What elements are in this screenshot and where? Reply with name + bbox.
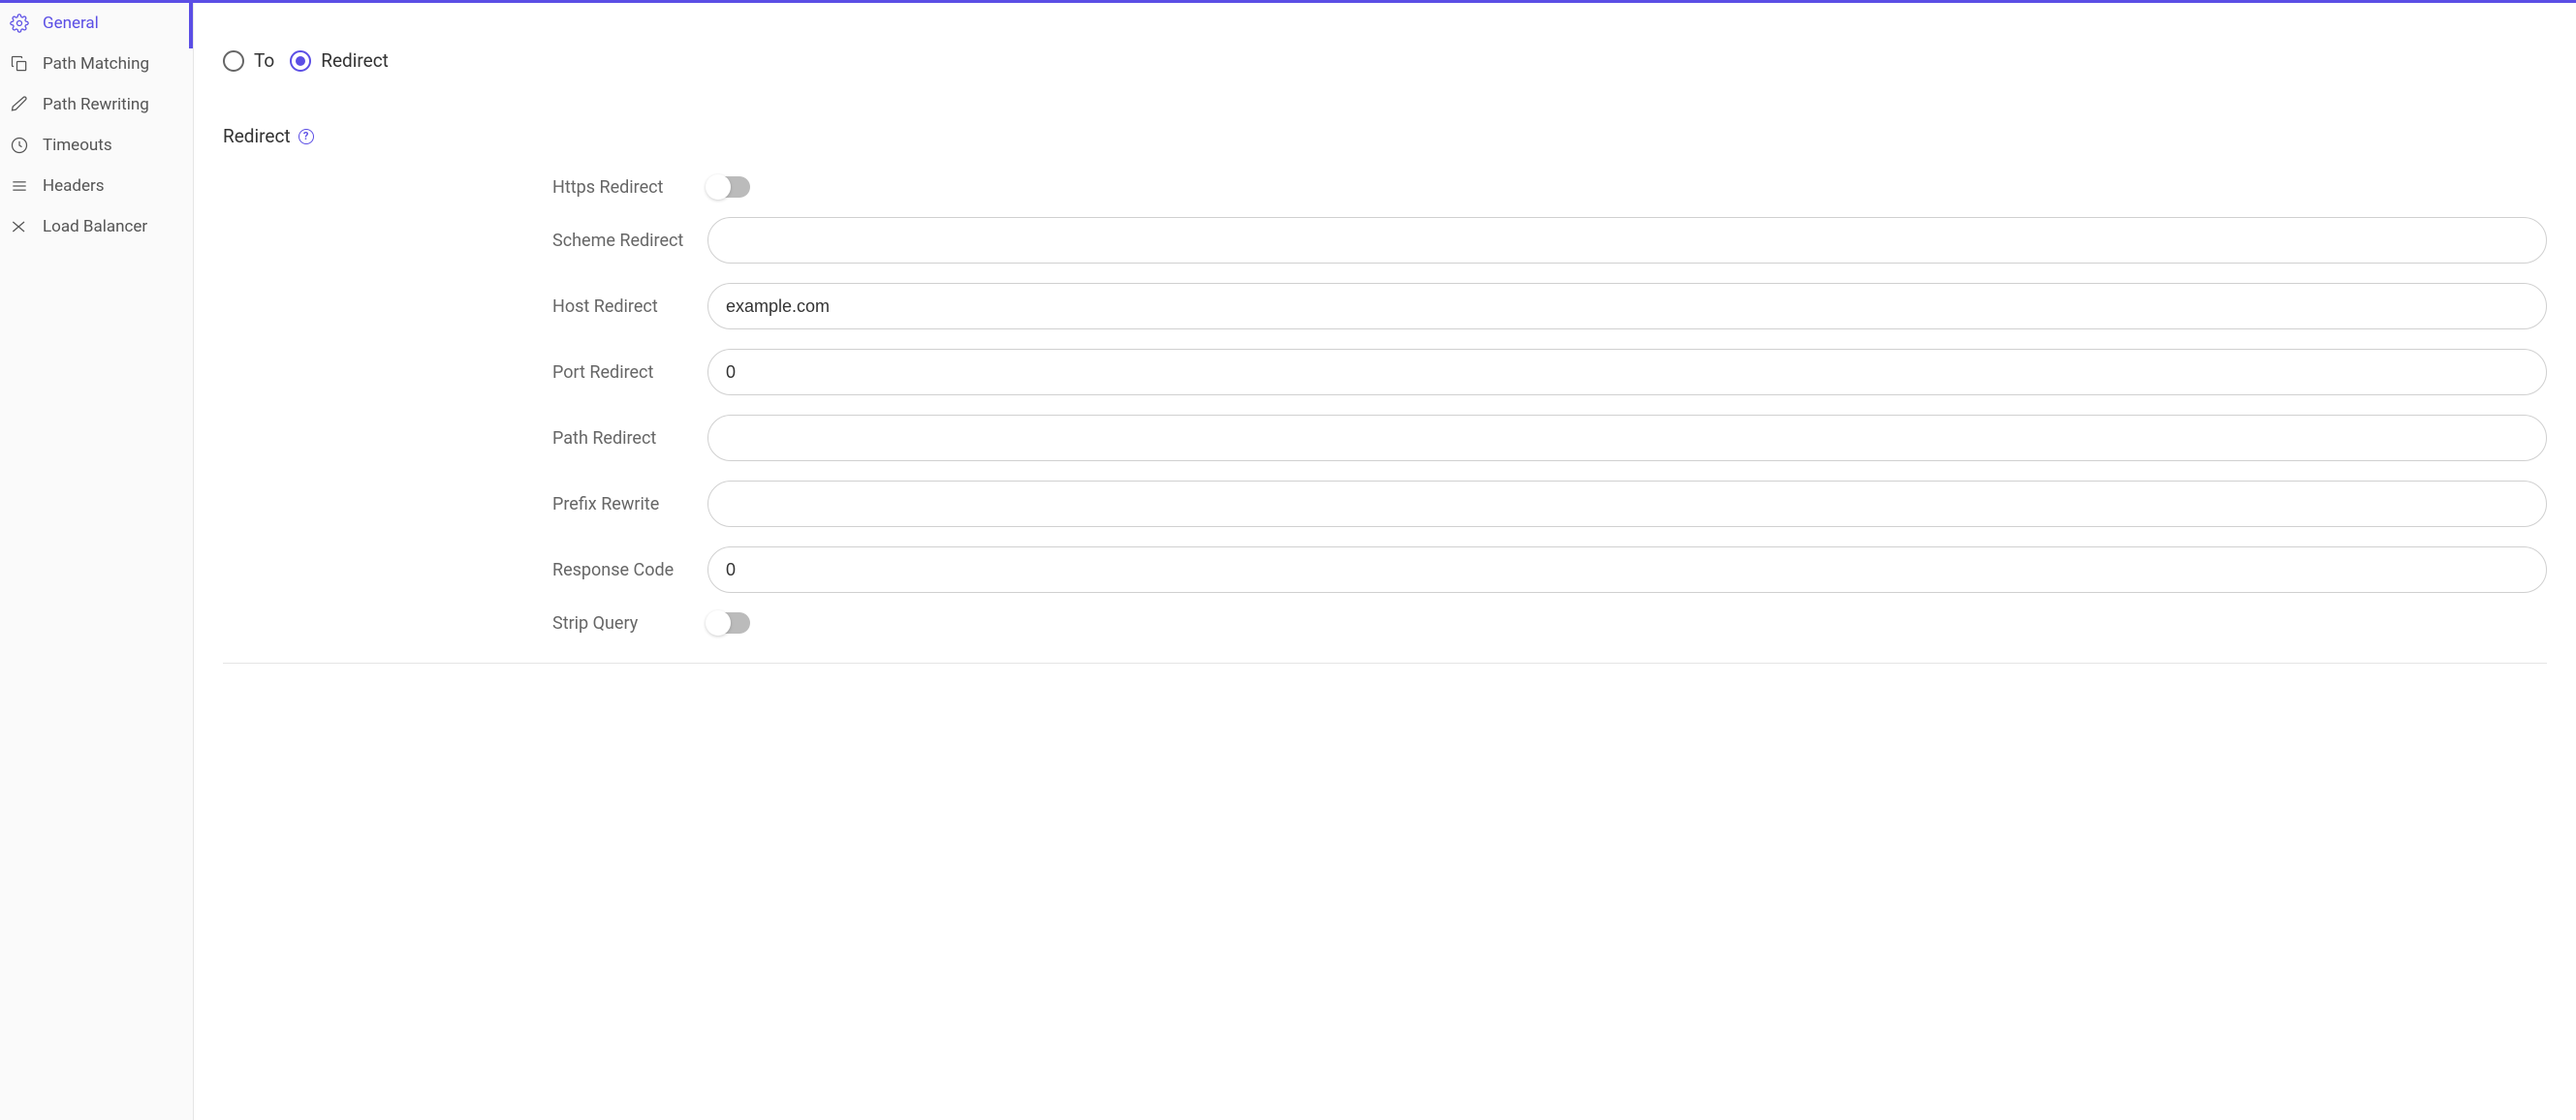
form-row-path-redirect: Path Redirect xyxy=(552,415,2547,461)
prefix-rewrite-label: Prefix Rewrite xyxy=(552,494,707,514)
strip-query-label: Strip Query xyxy=(552,613,707,634)
sidebar-item-path-rewriting[interactable]: Path Rewriting xyxy=(0,84,193,125)
sidebar-item-path-matching[interactable]: Path Matching xyxy=(0,44,193,84)
sidebar-item-label: Load Balancer xyxy=(43,217,147,236)
path-redirect-input[interactable] xyxy=(707,415,2547,461)
redirect-form: Https Redirect Scheme Redirect Host Redi… xyxy=(223,176,2547,634)
form-row-response-code: Response Code xyxy=(552,546,2547,593)
scheme-redirect-label: Scheme Redirect xyxy=(552,231,707,251)
host-redirect-input[interactable] xyxy=(707,283,2547,329)
sidebar-item-general[interactable]: General xyxy=(0,3,193,44)
form-row-port-redirect: Port Redirect xyxy=(552,349,2547,395)
form-row-scheme-redirect: Scheme Redirect xyxy=(552,217,2547,264)
port-redirect-label: Port Redirect xyxy=(552,362,707,383)
prefix-rewrite-control xyxy=(707,481,2547,527)
sidebar-item-label: Headers xyxy=(43,176,105,196)
path-redirect-control xyxy=(707,415,2547,461)
https-redirect-label: Https Redirect xyxy=(552,177,707,198)
section-title-text: Redirect xyxy=(223,125,291,147)
scheme-redirect-control xyxy=(707,217,2547,264)
pencil-icon xyxy=(10,95,29,114)
prefix-rewrite-input[interactable] xyxy=(707,481,2547,527)
port-redirect-input[interactable] xyxy=(707,349,2547,395)
sidebar-item-label: Path Rewriting xyxy=(43,95,149,114)
port-redirect-control xyxy=(707,349,2547,395)
host-redirect-label: Host Redirect xyxy=(552,296,707,317)
https-redirect-control xyxy=(707,176,2547,198)
sidebar-item-load-balancer[interactable]: Load Balancer xyxy=(0,206,193,247)
sidebar-item-label: Timeouts xyxy=(43,136,112,155)
radio-to-label: To xyxy=(254,49,274,72)
copy-icon xyxy=(10,54,29,74)
route-type-radio-row: To Redirect xyxy=(223,49,2547,72)
section-title: Redirect ? xyxy=(223,125,2547,147)
bottom-divider xyxy=(223,663,2547,664)
main-content: To Redirect Redirect ? Https Redirect Sc… xyxy=(194,3,2576,1120)
gear-icon xyxy=(10,14,29,33)
strip-query-control xyxy=(707,612,2547,634)
form-row-host-redirect: Host Redirect xyxy=(552,283,2547,329)
clock-icon xyxy=(10,136,29,155)
form-row-strip-query: Strip Query xyxy=(552,612,2547,634)
sidebar-item-label: Path Matching xyxy=(43,54,149,74)
radio-to[interactable] xyxy=(223,50,244,72)
scheme-redirect-input[interactable] xyxy=(707,217,2547,264)
strip-query-toggle[interactable] xyxy=(707,612,750,634)
path-redirect-label: Path Redirect xyxy=(552,428,707,449)
form-row-https-redirect: Https Redirect xyxy=(552,176,2547,198)
form-row-prefix-rewrite: Prefix Rewrite xyxy=(552,481,2547,527)
sidebar: General Path Matching Path Rewriting Tim… xyxy=(0,3,194,1120)
radio-group-redirect[interactable]: Redirect xyxy=(290,49,389,72)
shuffle-icon xyxy=(10,217,29,236)
radio-redirect-label: Redirect xyxy=(321,49,389,72)
sidebar-item-headers[interactable]: Headers xyxy=(0,166,193,206)
response-code-control xyxy=(707,546,2547,593)
sidebar-item-timeouts[interactable]: Timeouts xyxy=(0,125,193,166)
response-code-input[interactable] xyxy=(707,546,2547,593)
https-redirect-toggle[interactable] xyxy=(707,176,750,198)
layout: General Path Matching Path Rewriting Tim… xyxy=(0,3,2576,1120)
host-redirect-control xyxy=(707,283,2547,329)
radio-redirect[interactable] xyxy=(290,50,311,72)
radio-group-to[interactable]: To xyxy=(223,49,274,72)
lines-icon xyxy=(10,176,29,196)
help-icon[interactable]: ? xyxy=(298,129,314,144)
sidebar-item-label: General xyxy=(43,14,99,33)
response-code-label: Response Code xyxy=(552,560,707,580)
